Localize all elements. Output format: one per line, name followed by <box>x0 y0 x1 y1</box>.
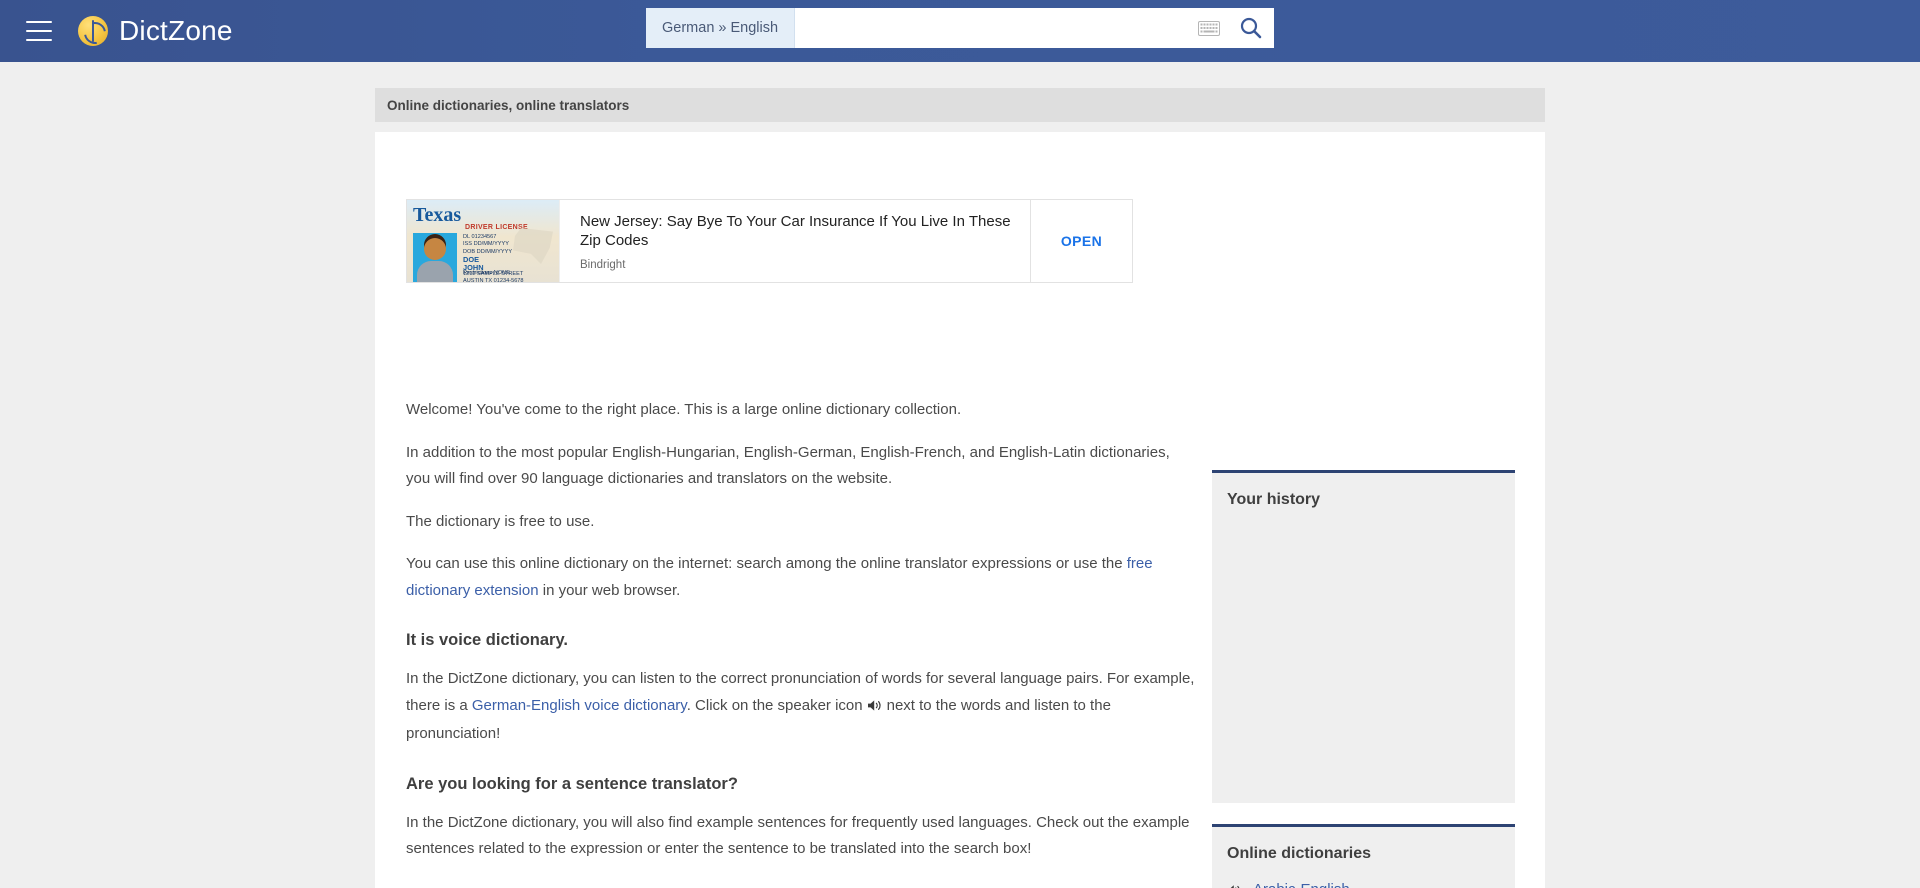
sidebar-panel-online-dictionaries: Online dictionaries Arabic-English Bulga… <box>1212 824 1515 888</box>
sidebar-online-title: Online dictionaries <box>1227 845 1372 862</box>
keyboard-icon[interactable] <box>1190 8 1228 48</box>
ad-image: Texas DRIVER LICENSE DL 01234567 ISS DD/… <box>407 200 559 282</box>
article-paragraph-1: Welcome! You've come to the right place.… <box>406 401 962 418</box>
advertisement[interactable]: Texas DRIVER LICENSE DL 01234567 ISS DD/… <box>406 199 1133 283</box>
brand-logo-link[interactable]: DictZone <box>78 15 233 47</box>
article-paragraph-6: In the DictZone dictionary, you will als… <box>406 813 1190 858</box>
ad-body: New Jersey: Say Bye To Your Car Insuranc… <box>559 200 1030 282</box>
search-button[interactable] <box>1228 8 1274 48</box>
heading-sentence-translator: Are you looking for a sentence translato… <box>406 774 738 793</box>
article-paragraph-2: In addition to the most popular English-… <box>406 443 1170 488</box>
heading-voice-dictionary: It is voice dictionary. <box>406 631 568 649</box>
article-paragraph-4: You can use this online dictionary on th… <box>406 551 1196 604</box>
ad-advertiser: Bindright <box>580 259 626 272</box>
hamburger-icon[interactable] <box>26 21 52 41</box>
language-pair-selector[interactable]: German » English <box>646 8 796 48</box>
page-body: Online dictionaries, online translators … <box>0 62 1920 888</box>
german-english-voice-dictionary-link[interactable]: German-English voice dictionary <box>472 697 687 714</box>
ad-title: New Jersey: Say Bye To Your Car Insuranc… <box>580 213 1011 250</box>
article-p4-after: in your web browser. <box>538 581 681 599</box>
sidebar-link-arabic-english[interactable]: Arabic-English <box>1253 877 1350 888</box>
ad-image-state: Texas <box>413 204 462 226</box>
ad-field-dl: DL 01234567 <box>463 234 497 240</box>
dictzone-logo-icon <box>78 16 108 46</box>
list-item: Arabic-English <box>1227 877 1515 888</box>
ad-field-restrictions: Restrictions NONE <box>463 270 510 276</box>
article-paragraph-5: In the DictZone dictionary, you can list… <box>406 666 1196 748</box>
article: Welcome! You've come to the right place.… <box>406 397 1196 879</box>
ad-image-portrait <box>413 233 457 282</box>
sidebar-online-list: Arabic-English Bulgarian-English Chinese… <box>1212 863 1515 888</box>
search-input[interactable] <box>795 8 1190 48</box>
breadcrumb: Online dictionaries, online translators <box>375 88 1545 122</box>
app-header: DictZone German » English <box>0 0 1920 62</box>
search-icon <box>1240 17 1262 39</box>
speaker-icon[interactable] <box>1227 884 1253 888</box>
sidebar-panel-history: Your history <box>1212 470 1515 803</box>
article-p5-mid: . Click on the speaker icon <box>686 696 863 714</box>
ad-image-doctype: DRIVER LICENSE <box>465 224 528 231</box>
sidebar-history-title: Your history <box>1227 491 1321 508</box>
brand-name: DictZone <box>119 15 233 46</box>
keyboard-icon-svg <box>1198 20 1220 36</box>
search-bar: German » English <box>646 8 1274 48</box>
speaker-icon[interactable] <box>867 695 883 722</box>
article-p4-before: You can use this online dictionary on th… <box>406 555 1127 572</box>
ad-field-address2: AUSTIN TX 01234-5678 <box>463 278 524 282</box>
ad-field-iss: ISS DD/MM/YYYY <box>463 241 510 248</box>
ad-open-button[interactable]: OPEN <box>1030 200 1132 282</box>
article-paragraph-3: The dictionary is free to use. <box>406 512 595 530</box>
